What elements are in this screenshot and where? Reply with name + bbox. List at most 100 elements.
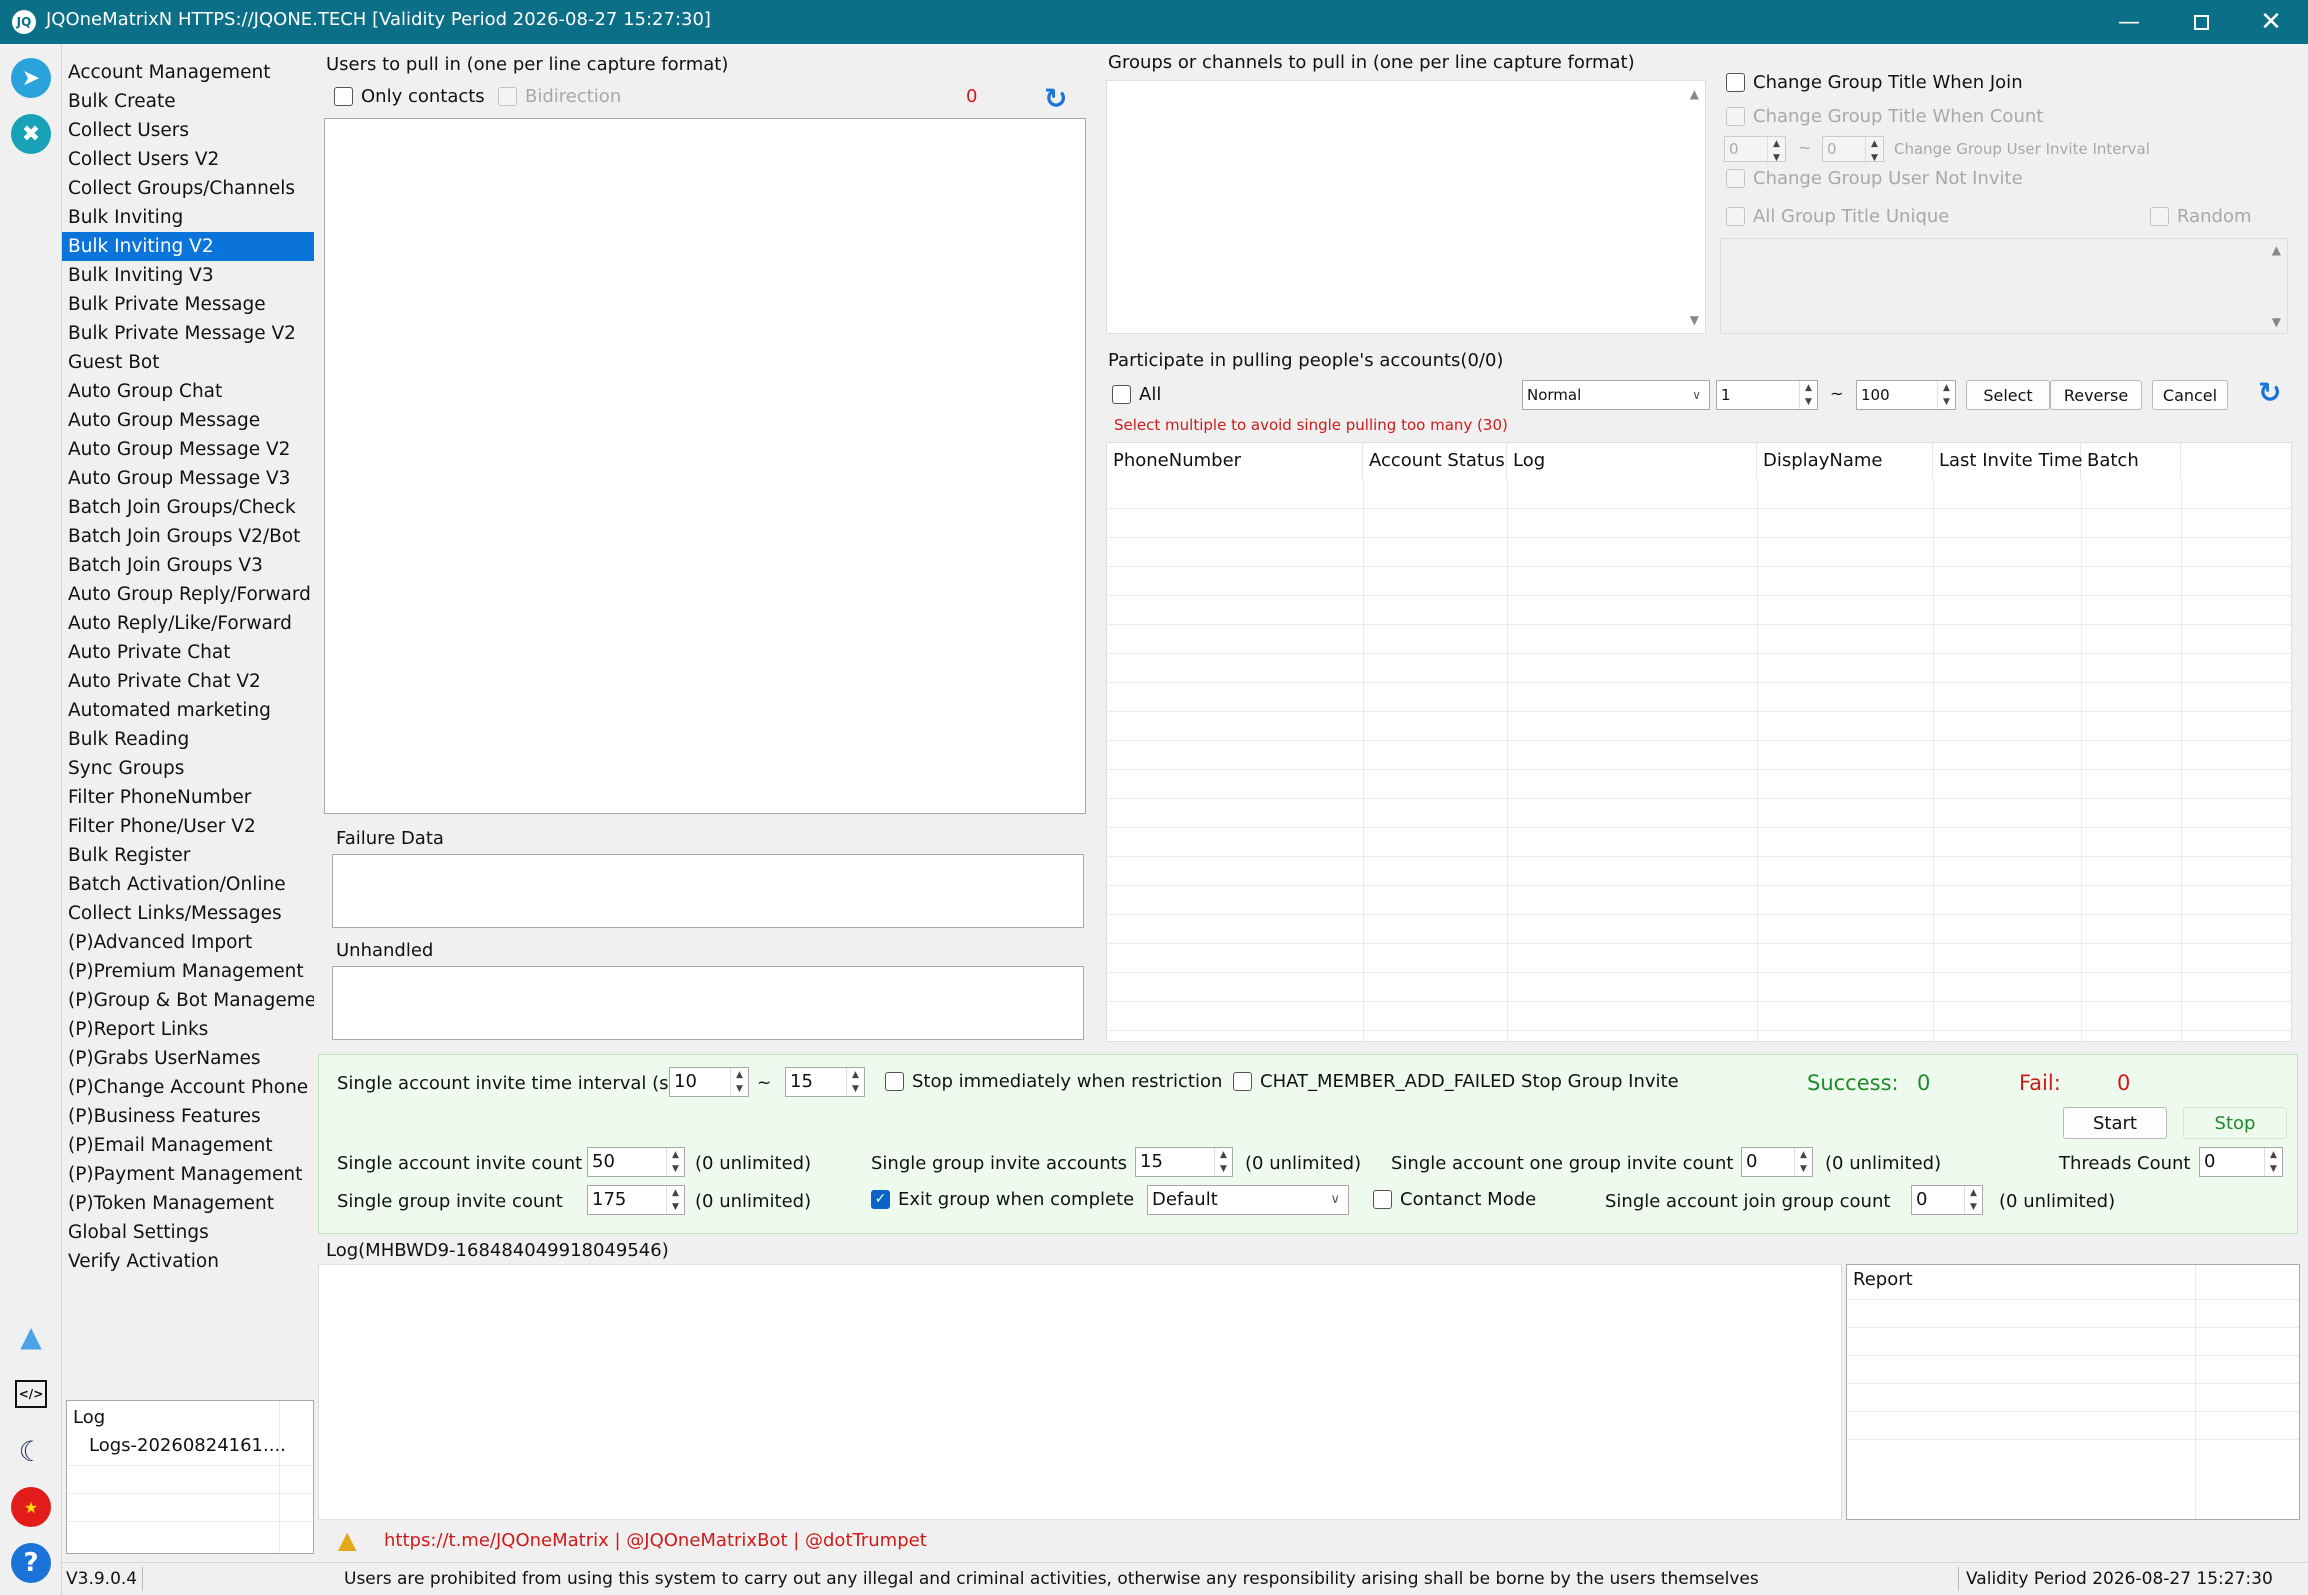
col-last-invite-time[interactable]: Last Invite Time bbox=[1933, 443, 2083, 479]
col-account-status[interactable]: Account Status bbox=[1363, 443, 1507, 479]
menu-item[interactable]: Auto Group Message V2 bbox=[62, 435, 314, 464]
menu-item[interactable]: Global Settings bbox=[62, 1218, 314, 1247]
threads-input[interactable]: 0 ▲ ▼ bbox=[2199, 1147, 2283, 1177]
menu-item[interactable]: Bulk Inviting V3 bbox=[62, 261, 314, 290]
chat-member-box[interactable] bbox=[1233, 1072, 1252, 1091]
menu-item[interactable]: Verify Activation bbox=[62, 1247, 314, 1276]
menu-item[interactable]: Bulk Create bbox=[62, 87, 314, 116]
list-scroll-down-icon[interactable]: ▼ bbox=[2272, 315, 2281, 329]
interval-from-input[interactable]: 10 ▲ ▼ bbox=[669, 1067, 749, 1097]
menu-item[interactable]: Batch Join Groups/Check bbox=[62, 493, 314, 522]
random-box[interactable] bbox=[2150, 207, 2169, 226]
menu-item[interactable]: (P)Change Account Phone bbox=[62, 1073, 314, 1102]
china-flag-icon[interactable]: ★ bbox=[11, 1487, 51, 1527]
not-invite-box[interactable] bbox=[1726, 169, 1745, 188]
menu-item[interactable]: Bulk Private Message V2 bbox=[62, 319, 314, 348]
unhandled-textarea[interactable] bbox=[332, 966, 1084, 1040]
report-panel[interactable]: Report bbox=[1846, 1264, 2300, 1520]
menu-item[interactable]: (P)Premium Management bbox=[62, 957, 314, 986]
menu-item[interactable]: Auto Reply/Like/Forward bbox=[62, 609, 314, 638]
menu-item[interactable]: Auto Group Message bbox=[62, 406, 314, 435]
exit-group-box[interactable]: ✓ bbox=[871, 1190, 890, 1209]
tools-icon[interactable]: ✖ bbox=[11, 114, 51, 154]
title-unique-checkbox[interactable]: All Group Title Unique bbox=[1726, 206, 1949, 227]
title-interval-from[interactable]: 0 ▲ ▼ bbox=[1724, 136, 1786, 165]
stop-restriction-checkbox[interactable]: Stop immediately when restriction bbox=[885, 1071, 1222, 1092]
users-textarea[interactable] bbox=[324, 118, 1086, 814]
refresh-icon[interactable]: ↻ bbox=[1044, 82, 1067, 115]
contact-mode-box[interactable] bbox=[1373, 1190, 1392, 1209]
menu-item[interactable]: Bulk Reading bbox=[62, 725, 314, 754]
col-phonenumber[interactable]: PhoneNumber bbox=[1107, 443, 1363, 479]
menu-item[interactable]: (P)Group & Bot Managemer bbox=[62, 986, 314, 1015]
menu-item[interactable]: Auto Private Chat bbox=[62, 638, 314, 667]
menu-item[interactable]: Auto Private Chat V2 bbox=[62, 667, 314, 696]
groups-textarea[interactable]: ▲ ▼ bbox=[1106, 80, 1706, 334]
mode-select[interactable]: Normal ∨ bbox=[1522, 380, 1710, 410]
title-interval-to[interactable]: 0 ▲ ▼ bbox=[1822, 136, 1884, 165]
menu-item[interactable]: (P)Token Management bbox=[62, 1189, 314, 1218]
accounts-refresh-icon[interactable]: ↻ bbox=[2258, 376, 2281, 409]
menu-item[interactable]: Auto Group Message V3 bbox=[62, 464, 314, 493]
change-title-join-box[interactable] bbox=[1726, 73, 1745, 92]
failure-textarea[interactable] bbox=[332, 854, 1084, 928]
col-displayname[interactable]: DisplayName bbox=[1757, 443, 1933, 479]
change-title-count-checkbox[interactable]: Change Group Title When Count bbox=[1726, 106, 2043, 127]
moon-icon[interactable]: ☾ bbox=[11, 1431, 51, 1471]
cancel-button[interactable]: Cancel bbox=[2152, 380, 2228, 410]
menu-item[interactable]: Sync Groups bbox=[62, 754, 314, 783]
acc-invite-input[interactable]: 50 ▲ ▼ bbox=[587, 1147, 685, 1177]
start-button[interactable]: Start bbox=[2063, 1107, 2167, 1139]
scroll-down-icon[interactable]: ▼ bbox=[1690, 313, 1699, 327]
menu-item[interactable]: (P)Business Features bbox=[62, 1102, 314, 1131]
left-log-item[interactable]: Logs-20260824161.... bbox=[89, 1435, 286, 1456]
bidirection-checkbox[interactable]: Bidirection bbox=[498, 86, 621, 107]
grp-invite-input[interactable]: 175 ▲ ▼ bbox=[587, 1185, 685, 1215]
menu-item[interactable]: Filter Phone/User V2 bbox=[62, 812, 314, 841]
join-grp-input[interactable]: 0 ▲ ▼ bbox=[1911, 1185, 1983, 1215]
col-batch[interactable]: Batch bbox=[2081, 443, 2181, 479]
reverse-button[interactable]: Reverse bbox=[2050, 380, 2142, 410]
menu-item[interactable]: Collect Groups/Channels bbox=[62, 174, 314, 203]
menu-item[interactable]: Bulk Private Message bbox=[62, 290, 314, 319]
close-button[interactable]: ✕ bbox=[2238, 0, 2304, 44]
only-contacts-checkbox[interactable]: Only contacts bbox=[334, 86, 485, 107]
select-button[interactable]: Select bbox=[1966, 380, 2050, 410]
change-title-join-checkbox[interactable]: Change Group Title When Join bbox=[1726, 72, 2023, 93]
account-from[interactable]: 1 ▲ ▼ bbox=[1716, 380, 1818, 410]
log-textarea[interactable] bbox=[318, 1264, 1842, 1520]
account-to[interactable]: 100 ▲ ▼ bbox=[1856, 380, 1956, 410]
menu-item[interactable]: (P)Grabs UserNames bbox=[62, 1044, 314, 1073]
chat-member-checkbox[interactable]: CHAT_MEMBER_ADD_FAILED Stop Group Invite bbox=[1233, 1071, 1679, 1092]
stop-button[interactable]: Stop bbox=[2183, 1107, 2287, 1139]
exit-group-checkbox[interactable]: ✓ Exit group when complete bbox=[871, 1189, 1134, 1210]
list-scroll-up-icon[interactable]: ▲ bbox=[2272, 243, 2281, 257]
menu-item[interactable]: Guest Bot bbox=[62, 348, 314, 377]
group-title-list[interactable]: ▲ ▼ bbox=[1720, 238, 2288, 334]
menu-item[interactable]: (P)Email Management bbox=[62, 1131, 314, 1160]
menu-item[interactable]: Batch Activation/Online bbox=[62, 870, 314, 899]
menu-item[interactable]: Automated marketing bbox=[62, 696, 314, 725]
code-icon[interactable]: </> bbox=[11, 1374, 51, 1414]
menu-item[interactable]: Collect Users bbox=[62, 116, 314, 145]
all-checkbox[interactable]: All bbox=[1112, 384, 1161, 405]
not-invite-checkbox[interactable]: Change Group User Not Invite bbox=[1726, 168, 2023, 189]
exit-mode-select[interactable]: Default ∨ bbox=[1147, 1185, 1349, 1215]
interval-to-input[interactable]: 15 ▲ ▼ bbox=[785, 1067, 865, 1097]
menu-item[interactable]: Collect Users V2 bbox=[62, 145, 314, 174]
pin-icon[interactable]: ▲ bbox=[11, 1316, 51, 1356]
stop-restriction-box[interactable] bbox=[885, 1072, 904, 1091]
contact-links[interactable]: https://t.me/JQOneMatrix | @JQOneMatrixB… bbox=[384, 1530, 927, 1551]
menu-item[interactable]: Bulk Inviting V2 bbox=[62, 232, 314, 261]
menu-item[interactable]: (P)Report Links bbox=[62, 1015, 314, 1044]
all-box[interactable] bbox=[1112, 385, 1131, 404]
random-checkbox[interactable]: Random bbox=[2150, 206, 2252, 227]
help-icon[interactable]: ? bbox=[11, 1543, 51, 1583]
menu-item[interactable]: Bulk Register bbox=[62, 841, 314, 870]
one-grp-input[interactable]: 0 ▲ ▼ bbox=[1741, 1147, 1813, 1177]
menu-item[interactable]: Filter PhoneNumber bbox=[62, 783, 314, 812]
maximize-button[interactable] bbox=[2168, 0, 2234, 44]
menu-item[interactable]: Collect Links/Messages bbox=[62, 899, 314, 928]
change-title-count-box[interactable] bbox=[1726, 107, 1745, 126]
menu-item[interactable]: Batch Join Groups V2/Bot bbox=[62, 522, 314, 551]
